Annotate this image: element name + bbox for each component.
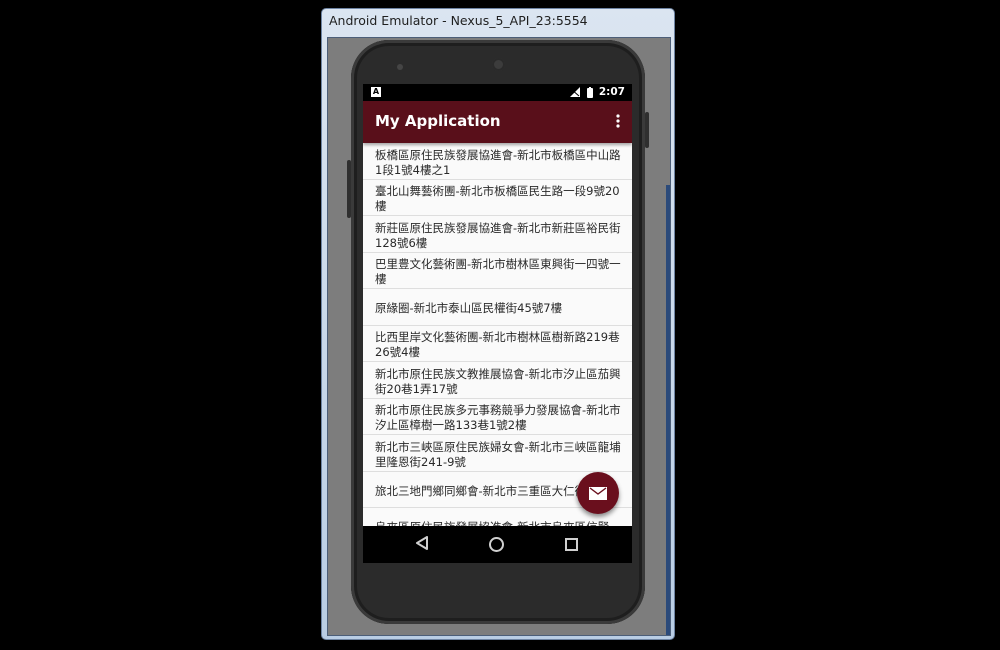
email-icon [589, 486, 607, 500]
power-button[interactable] [645, 112, 649, 148]
list-item[interactable]: 新北市三峽區原住民族婦女會-新北市三峽區龍埔里隆恩街241-9號 [363, 435, 632, 472]
list-item[interactable]: 巴里豊文化藝術團-新北市樹林區東興街一四號一樓 [363, 253, 632, 289]
list-item-text: 原緣圈-新北市泰山區民權街45號7樓 [375, 301, 563, 316]
nav-bar [363, 526, 632, 563]
recents-square-icon[interactable] [565, 538, 578, 551]
more-vert-icon[interactable] [614, 114, 622, 130]
status-bar: A 2:07 [363, 84, 632, 101]
list-item-text: 比西里岸文化藝術團-新北市樹林區樹新路219巷26號4樓 [375, 330, 620, 360]
window-title: Android Emulator - Nexus_5_API_23:5554 [329, 13, 588, 28]
volume-button[interactable] [347, 160, 351, 218]
notification-icon: A [371, 87, 381, 97]
list-item-text: 臺北山舞藝術團-新北市板橋區民生路一段9號20樓 [375, 184, 620, 214]
front-camera [397, 64, 403, 70]
status-time: 2:07 [598, 86, 625, 98]
list-item-text: 巴里豊文化藝術團-新北市樹林區東興街一四號一樓 [375, 257, 621, 287]
signal-battery-icons [570, 87, 596, 101]
email-fab[interactable] [577, 472, 619, 514]
window-edge-strip [666, 185, 670, 635]
app-title: My Application [375, 112, 501, 130]
list-item-text: 新莊區原住民族發展協進會-新北市新莊區裕民街128號6樓 [375, 220, 621, 250]
earpiece-speaker [492, 58, 505, 71]
list-item[interactable]: 臺北山舞藝術團-新北市板橋區民生路一段9號20樓 [363, 180, 632, 216]
list-item[interactable]: 新北市原住民族文教推展協會-新北市汐止區茄興街20巷1弄17號 [363, 362, 632, 399]
list-item[interactable]: 板橋區原住民族發展協進會-新北市板橋區中山路1段1號4樓之1 [363, 143, 632, 180]
list-item[interactable]: 新北市原住民族多元事務競爭力發展協會-新北市汐止區樟樹一路133巷1號2樓 [363, 399, 632, 435]
list-item-text: 旅北三地門鄉同鄉會-新北市三重區大仁街 4F [375, 483, 604, 498]
list-item[interactable]: 新莊區原住民族發展協進會-新北市新莊區裕民街128號6樓 [363, 216, 632, 253]
list-item-text: 新北市三峽區原住民族婦女會-新北市三峽區龍埔里隆恩街241-9號 [375, 439, 621, 469]
home-circle-icon[interactable] [489, 537, 504, 552]
list-item[interactable]: 原緣圈-新北市泰山區民權街45號7樓 [363, 289, 632, 326]
device-screen: A 2:07 My Application 板橋區原住民族發展協進會-新北市板橋… [363, 84, 632, 563]
list-item-text: 板橋區原住民族發展協進會-新北市板橋區中山路1段1號4樓之1 [375, 147, 621, 177]
signal-icon [570, 87, 593, 98]
list-item-text: 新北市原住民族多元事務競爭力發展協會-新北市汐止區樟樹一路133巷1號2樓 [375, 403, 621, 433]
list-item[interactable]: 比西里岸文化藝術團-新北市樹林區樹新路219巷26號4樓 [363, 326, 632, 362]
list-item-text: 新北市原住民族文教推展協會-新北市汐止區茄興街20巷1弄17號 [375, 366, 621, 396]
app-bar: My Application [363, 101, 632, 143]
back-triangle-icon[interactable] [415, 536, 429, 550]
